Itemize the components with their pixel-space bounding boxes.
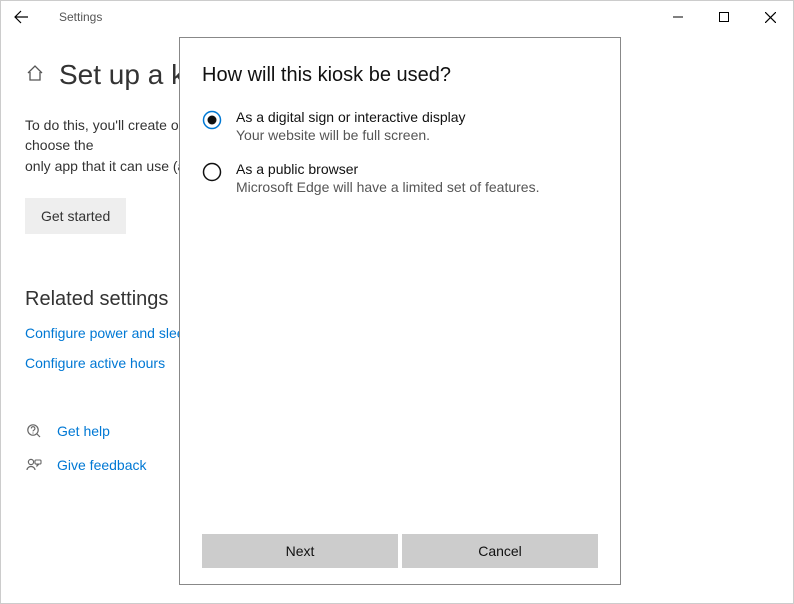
option-desc: Your website will be full screen. <box>236 127 466 143</box>
radio-unselected-icon <box>202 162 222 182</box>
dialog-title: How will this kiosk be used? <box>202 64 598 87</box>
option-label: As a digital sign or interactive display <box>236 109 466 125</box>
option-desc: Microsoft Edge will have a limited set o… <box>236 179 539 195</box>
next-button[interactable]: Next <box>202 534 398 568</box>
option-public-browser[interactable]: As a public browser Microsoft Edge will … <box>202 161 598 195</box>
cancel-button[interactable]: Cancel <box>402 534 598 568</box>
radio-selected-icon <box>202 110 222 130</box>
option-digital-sign[interactable]: As a digital sign or interactive display… <box>202 109 598 143</box>
kiosk-usage-dialog: How will this kiosk be used? As a digita… <box>179 37 621 585</box>
dialog-overlay: How will this kiosk be used? As a digita… <box>1 1 793 603</box>
option-label: As a public browser <box>236 161 539 177</box>
